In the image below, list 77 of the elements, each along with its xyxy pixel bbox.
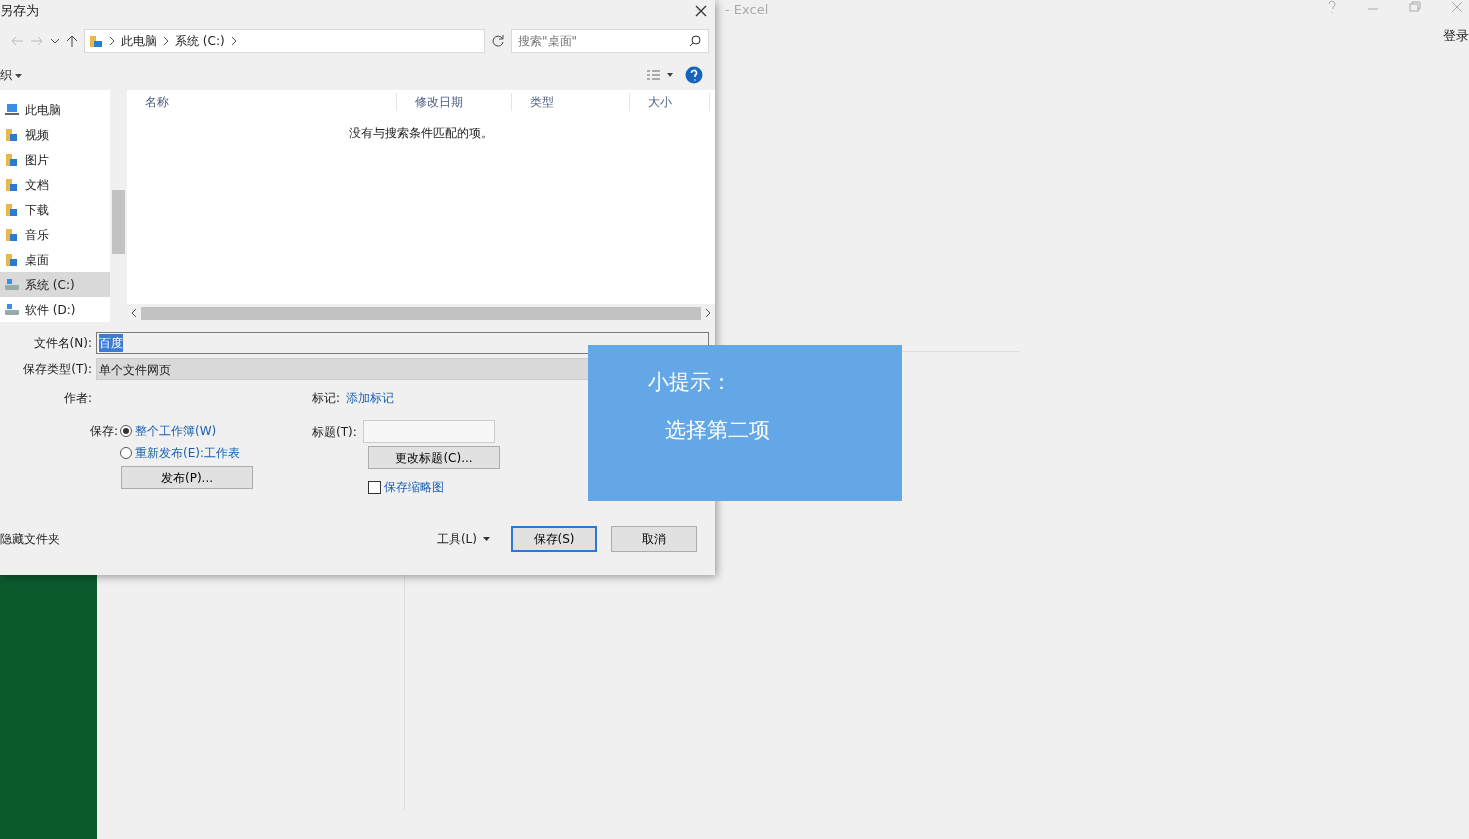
column-header[interactable]: 名称 <box>127 93 397 111</box>
field-label: 保存类型(T): <box>22 361 93 378</box>
field-label: 标题(T): <box>312 423 357 441</box>
radio-button[interactable] <box>120 425 132 437</box>
folder-icon <box>4 226 20 243</box>
address-bar[interactable]: 此电脑 系统 (C:) <box>84 29 485 53</box>
radio-button[interactable] <box>120 447 132 459</box>
column-header[interactable]: 大小 <box>630 93 710 111</box>
field-label: 作者: <box>62 390 93 407</box>
field-label: 保存: <box>88 423 119 440</box>
window-title: - Excel <box>725 1 769 19</box>
nav-label: 系统 (C:) <box>25 276 75 294</box>
breadcrumb-item[interactable]: 系统 (C:) <box>175 32 225 50</box>
close-icon[interactable] <box>695 5 707 17</box>
checkbox-label[interactable]: 保存缩略图 <box>384 478 444 496</box>
change-title-button[interactable]: 更改标题(C)... <box>368 446 500 469</box>
refresh-icon[interactable] <box>491 34 505 48</box>
scrollbar-thumb[interactable] <box>112 190 125 254</box>
publish-button[interactable]: 发布(P)... <box>121 466 253 489</box>
nav-label: 文档 <box>25 177 49 195</box>
empty-message: 没有与搜索条件匹配的项。 <box>348 125 494 142</box>
nav-label: 图片 <box>25 152 49 170</box>
scrollbar-thumb[interactable] <box>141 306 701 320</box>
view-options-icon[interactable] <box>647 69 673 81</box>
chevron-right-icon <box>109 36 115 46</box>
cancel-button[interactable]: 取消 <box>611 526 697 552</box>
folder-icon <box>4 177 20 194</box>
sign-in-link[interactable]: 登录 <box>1443 26 1469 46</box>
search-icon[interactable] <box>689 35 701 47</box>
nav-item[interactable]: 文档 <box>0 172 110 198</box>
drive-icon <box>4 301 20 318</box>
nav-item[interactable]: 图片 <box>0 147 110 173</box>
chevron-left-icon <box>131 308 137 318</box>
drive-icon <box>4 276 20 293</box>
save-button[interactable]: 保存(S) <box>511 526 597 552</box>
folder-icon <box>4 127 20 144</box>
hide-folders-toggle[interactable]: 隐藏文件夹 <box>0 530 60 548</box>
nav-item[interactable]: 软件 (D:) <box>0 297 110 322</box>
column-header[interactable]: 类型 <box>512 93 630 111</box>
help-icon[interactable] <box>685 66 703 84</box>
tools-menu[interactable]: 工具(L) <box>436 530 491 548</box>
nav-label: 视频 <box>25 127 49 145</box>
nav-label: 桌面 <box>25 251 49 269</box>
chevron-down-icon[interactable] <box>50 37 60 45</box>
chevron-right-icon <box>705 308 711 318</box>
folder-icon <box>89 34 103 48</box>
tip-text: 选择第二项 <box>665 416 771 444</box>
radio-label[interactable]: 整个工作簿(W) <box>135 422 217 440</box>
nav-label: 音乐 <box>25 226 49 244</box>
folder-icon <box>4 202 20 218</box>
chevron-right-icon <box>230 36 237 46</box>
up-icon[interactable] <box>66 34 78 48</box>
dialog-title: 另存为 <box>0 2 39 21</box>
nav-item[interactable]: 此电脑 <box>0 98 110 123</box>
organize-menu[interactable]: 织 <box>0 66 23 84</box>
caret-icon <box>15 72 23 79</box>
nav-label: 此电脑 <box>25 102 61 120</box>
nav-item[interactable]: 系统 (C:) <box>0 272 110 298</box>
checkbox[interactable] <box>368 480 381 494</box>
nav-item[interactable]: 下载 <box>0 197 110 223</box>
caret-icon <box>483 536 491 542</box>
folder-icon <box>4 251 20 268</box>
breadcrumb-item[interactable]: 此电脑 <box>121 32 157 50</box>
column-header[interactable]: 修改日期 <box>397 93 512 111</box>
nav-item[interactable]: 桌面 <box>0 247 110 273</box>
selected-text: 百度 <box>99 334 123 352</box>
folder-icon <box>4 152 20 169</box>
field-label: 标记: <box>312 390 341 407</box>
nav-label: 下载 <box>25 202 49 219</box>
nav-item[interactable]: 音乐 <box>0 222 110 248</box>
add-tag-link[interactable]: 添加标记 <box>346 389 395 407</box>
radio-label[interactable]: 重新发布(E):工作表 <box>135 444 240 462</box>
nav-label: 软件 (D:) <box>25 301 76 319</box>
search-field[interactable]: 搜索"桌面" <box>511 29 709 53</box>
field-label: 文件名(N): <box>32 335 93 352</box>
nav-item[interactable]: 视频 <box>0 122 110 148</box>
chevron-right-icon <box>163 36 169 46</box>
